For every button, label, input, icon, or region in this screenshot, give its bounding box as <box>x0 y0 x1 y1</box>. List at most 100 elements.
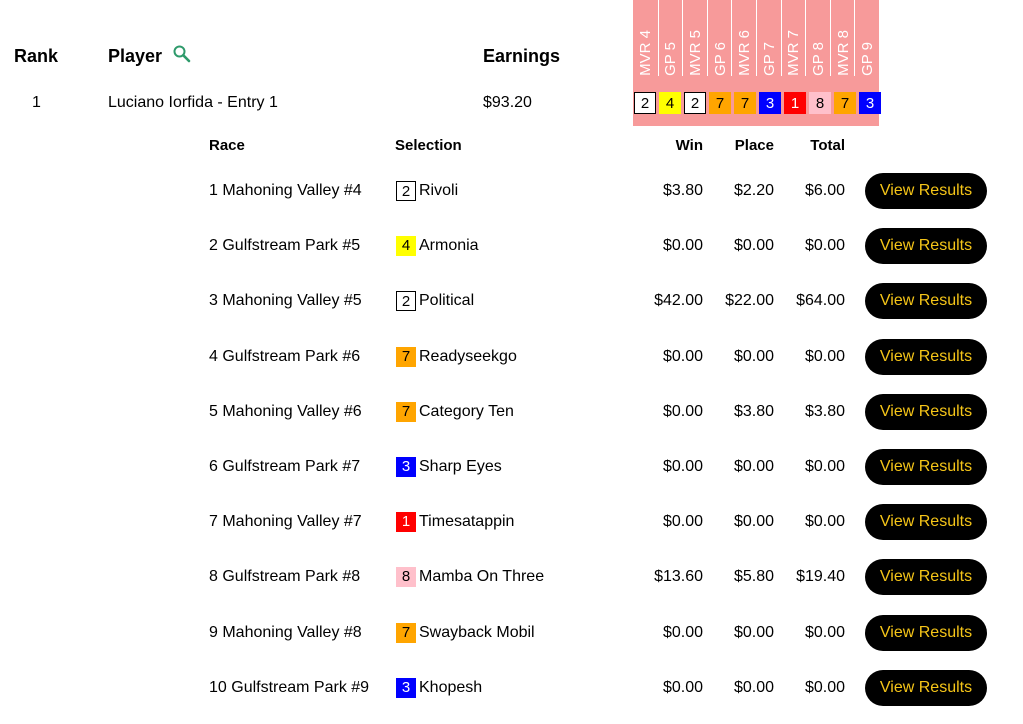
race-column-header: Race <box>209 137 245 154</box>
post-number-badge: 4 <box>396 236 416 257</box>
selection-cell: 2 Political <box>396 282 626 320</box>
view-results-button[interactable]: View Results <box>865 393 987 430</box>
race-row: 9 Mahoning Valley #8 7 Swayback Mobil $0.00… <box>0 614 1023 669</box>
race-header-label: GP 6 <box>706 0 733 76</box>
pick-number-box: 7 <box>734 92 756 114</box>
race-name: 8 Gulfstream Park #8 <box>209 568 361 586</box>
view-results-button[interactable]: View Results <box>865 283 987 320</box>
race-header-text: GP 8 <box>809 42 827 76</box>
selection-cell: 3 Sharp Eyes <box>396 448 626 486</box>
race-header-label: GP 5 <box>657 0 684 76</box>
rank-header: Rank <box>14 46 59 66</box>
view-results-button[interactable]: View Results <box>865 614 987 651</box>
win-amount: $0.00 <box>662 347 703 365</box>
race-name: 6 Gulfstream Park #7 <box>209 458 361 475</box>
horse-name: Political <box>419 292 475 310</box>
horse-name: Sharp Eyes <box>419 458 502 475</box>
race-header-text: MVR 4 <box>636 30 654 76</box>
total-amount: $64.00 <box>796 292 845 310</box>
place-amount: $5.80 <box>733 568 774 586</box>
pick-strip: 2427731873 <box>634 92 881 114</box>
post-number-badge: 7 <box>396 622 416 643</box>
view-results-button[interactable]: View Results <box>865 338 987 375</box>
place-amount: $0.00 <box>733 513 774 531</box>
post-number-badge: 1 <box>396 512 416 533</box>
selection-cell: 3 Khopesh <box>396 669 626 707</box>
race-row: 2 Gulfstream Park #5 4 Armonia $0.00 $0.00 $0… <box>0 227 1023 282</box>
post-number-badge: 3 <box>396 677 416 698</box>
race-name: 7 Mahoning Valley #7 <box>209 513 362 531</box>
race-header-label: MVR 8 <box>829 0 856 76</box>
race-header-text: GP 9 <box>859 42 877 76</box>
post-number-badge: 3 <box>396 457 416 477</box>
pick-number-box: 3 <box>859 92 881 114</box>
pick-number-box: 2 <box>634 92 656 114</box>
race-header-text: GP 5 <box>662 42 680 76</box>
race-row: 1 Mahoning Valley #4 2 Rivoli $3.80 $2.20 $6.… <box>0 172 1023 227</box>
win-amount: $0.00 <box>662 623 703 641</box>
total-amount: $3.80 <box>804 402 845 420</box>
view-results-button[interactable]: View Results <box>865 504 987 541</box>
race-row: 6 Gulfstream Park #7 3 Sharp Eyes $0.00 $0.0… <box>0 448 1023 503</box>
player-rank: 1 <box>32 94 41 111</box>
selection-column-header: Selection <box>395 137 462 154</box>
race-header-label: GP 7 <box>756 0 782 76</box>
race-header-label: GP 8 <box>805 0 831 76</box>
selection-cell: 4 Armonia <box>396 227 626 265</box>
race-labels: MVR 4 GP 5 MVR 5 GP 6 MVR 6 GP 7 MVR 7 GP 8 MVR … <box>633 0 879 82</box>
win-amount: $42.00 <box>654 292 703 310</box>
race-header-text: GP 7 <box>760 42 778 76</box>
race-header-label: MVR 4 <box>633 0 658 76</box>
win-column-header: Win <box>675 137 703 154</box>
total-amount: $0.00 <box>804 458 845 475</box>
race-header-label: MVR 5 <box>682 0 708 76</box>
race-header-text: GP 6 <box>711 42 729 76</box>
view-results-button[interactable]: View Results <box>865 449 987 485</box>
total-amount: $19.40 <box>796 568 845 586</box>
horse-name: Category Ten <box>419 402 514 420</box>
selection-cell: 7 Category Ten <box>396 393 626 431</box>
race-header-text: MVR 5 <box>686 30 704 76</box>
view-results-button[interactable]: View Results <box>865 228 987 265</box>
post-number-badge: 7 <box>396 401 416 422</box>
place-amount: $3.80 <box>733 402 774 420</box>
race-row: 7 Mahoning Valley #7 1 Timesatappin $0.00 $0… <box>0 503 1023 558</box>
race-header-text: MVR 8 <box>834 30 852 76</box>
earnings-header: Earnings <box>483 46 561 66</box>
total-amount: $0.00 <box>804 513 845 531</box>
win-amount: $0.00 <box>662 678 703 696</box>
race-header-text: MVR 7 <box>785 30 803 76</box>
player-header: Player <box>108 46 163 66</box>
race-name: 1 Mahoning Valley #4 <box>209 182 362 199</box>
place-amount: $0.00 <box>733 623 774 641</box>
player-name[interactable]: Luciano Iorfida - Entry 1 <box>108 94 278 112</box>
race-name: 9 Mahoning Valley #8 <box>209 623 362 641</box>
selection-cell: 8 Mamba On Three <box>396 558 626 596</box>
race-name: 4 Gulfstream Park #6 <box>209 347 361 365</box>
win-amount: $3.80 <box>662 182 703 199</box>
view-results-button[interactable]: View Results <box>865 559 987 596</box>
race-header-label: MVR 6 <box>731 0 757 76</box>
selection-cell: 2 Rivoli <box>396 172 626 210</box>
race-row: 3 Mahoning Valley #5 2 Political $42.00 $22.… <box>0 282 1023 337</box>
race-header-text: MVR 6 <box>736 30 754 76</box>
race-name: 3 Mahoning Valley #5 <box>209 292 362 310</box>
total-amount: $0.00 <box>804 623 845 641</box>
horse-name: Khopesh <box>419 678 483 696</box>
view-results-button[interactable]: View Results <box>865 669 987 706</box>
race-name: 5 Mahoning Valley #6 <box>209 402 362 420</box>
place-amount: $0.00 <box>733 678 774 696</box>
race-row: 10 Gulfstream Park #9 3 Khopesh $0.00 $0.00 $… <box>0 669 1023 724</box>
pick-number-box: 7 <box>834 92 856 114</box>
view-results-button[interactable]: View Results <box>865 173 987 209</box>
place-column-header: Place <box>734 137 774 154</box>
win-amount: $0.00 <box>662 402 703 420</box>
total-amount: $0.00 <box>804 347 845 365</box>
place-amount: $0.00 <box>733 237 774 255</box>
total-column-header: Total <box>810 137 845 154</box>
post-number-badge: 2 <box>396 181 416 201</box>
magnifier-icon[interactable] <box>172 44 192 64</box>
place-amount: $2.20 <box>733 182 774 199</box>
pick-number-box: 4 <box>659 92 681 114</box>
race-name: 10 Gulfstream Park #9 <box>209 678 370 696</box>
